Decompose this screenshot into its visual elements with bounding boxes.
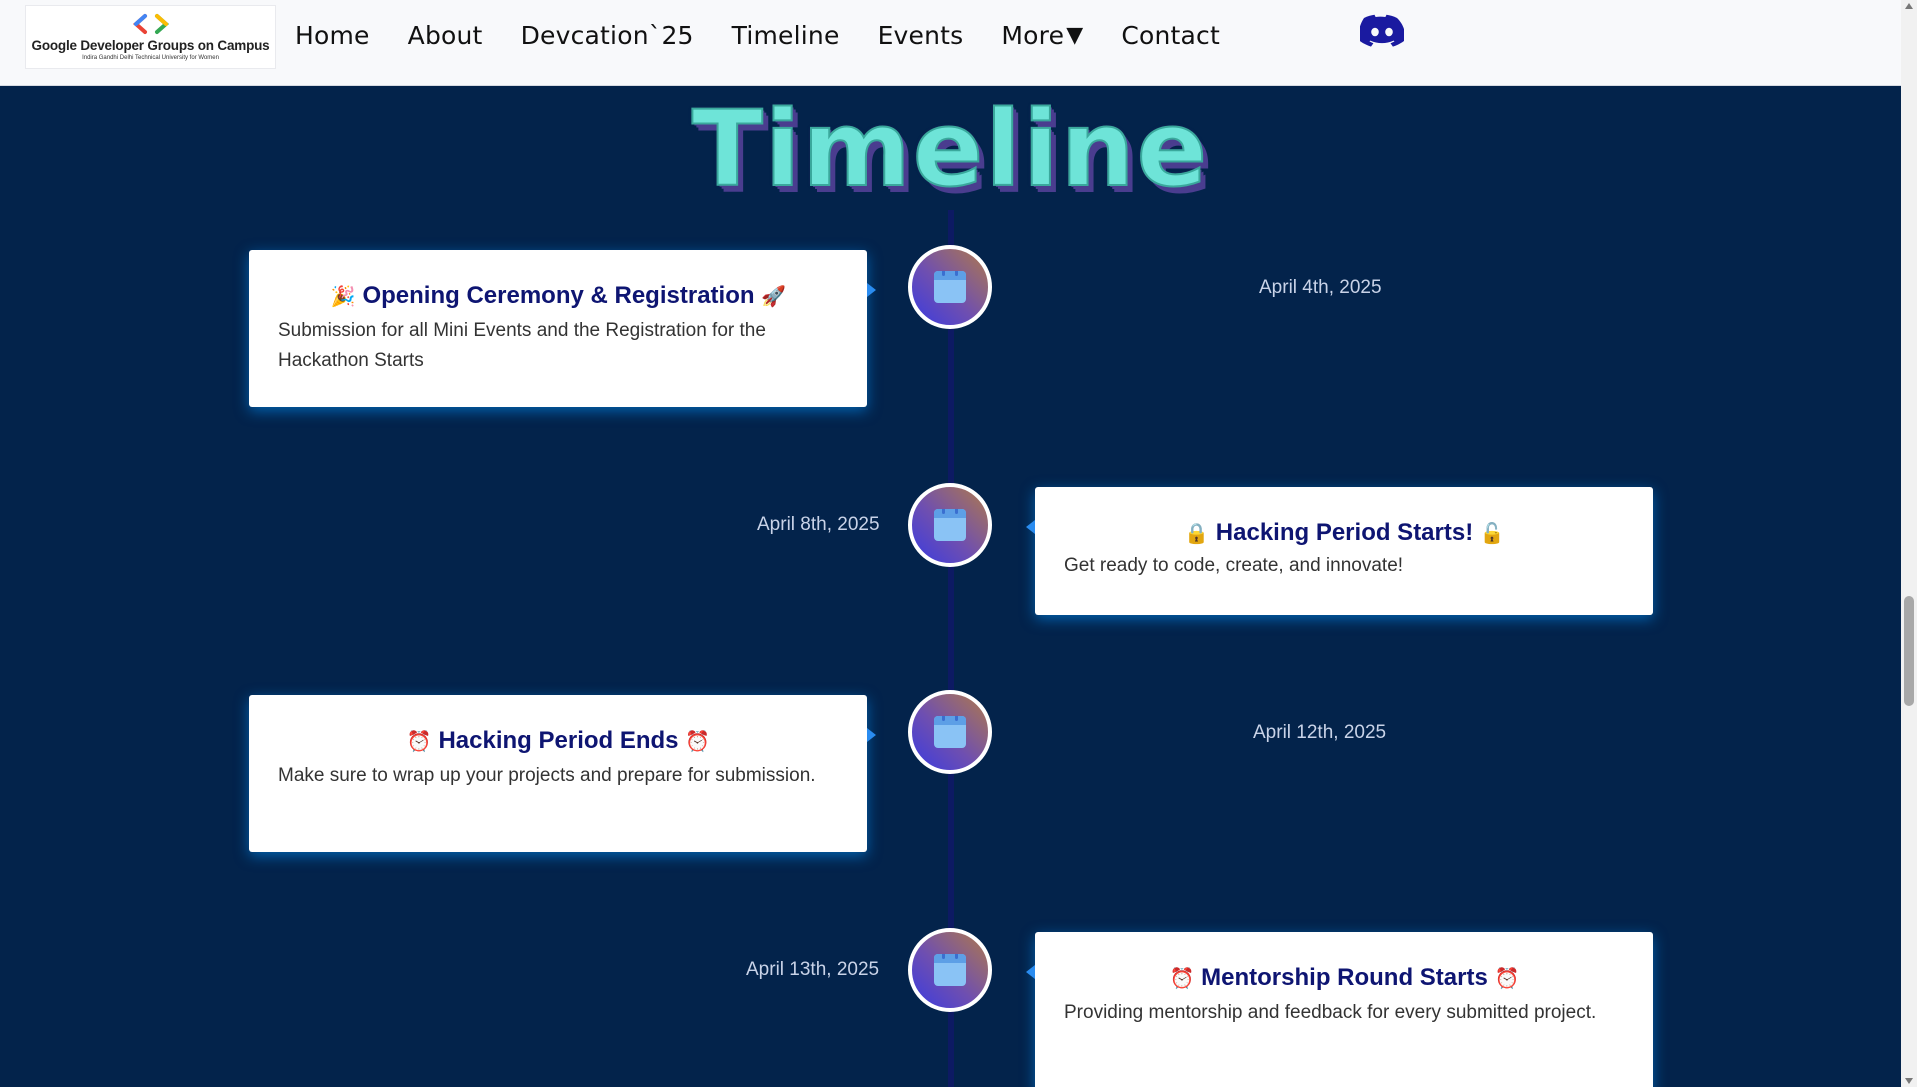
- nav-events[interactable]: Events: [878, 21, 964, 50]
- gdg-brackets-icon: [131, 13, 171, 35]
- lock-icon: 🔒: [1184, 521, 1210, 545]
- calendar-icon: [934, 509, 966, 541]
- rocket-icon: 🚀: [761, 284, 787, 308]
- card-description: Providing mentorship and feedback for ev…: [1064, 1002, 1597, 1023]
- vertical-scrollbar[interactable]: [1901, 0, 1917, 1087]
- caret-down-icon: ▼: [1066, 22, 1084, 48]
- timeline-card-opening: 🎉 Opening Ceremony & Registration 🚀 Subm…: [249, 250, 876, 407]
- timeline-date: April 13th, 2025: [746, 959, 880, 980]
- card-description: Submission for all Mini Events and the R…: [278, 320, 766, 371]
- alarm-clock-icon: ⏰: [685, 729, 711, 753]
- party-popper-icon: 🎉: [330, 284, 356, 308]
- card-description: Make sure to wrap up your projects and p…: [278, 765, 816, 786]
- nav-links: Home About Devcation`25 Timeline Events …: [295, 0, 1258, 70]
- scroll-up-arrow-icon[interactable]: [1905, 3, 1913, 9]
- timeline-card-hacking-ends: ⏰ Hacking Period Ends ⏰ Make sure to wra…: [249, 695, 876, 852]
- card-title-text: Hacking Period Ends: [438, 727, 679, 754]
- nav-more-label: More: [1001, 20, 1065, 50]
- alarm-clock-icon: ⏰: [406, 729, 432, 753]
- unlock-icon: 🔓: [1479, 521, 1505, 545]
- alarm-clock-icon: ⏰: [1494, 966, 1520, 990]
- navbar: Google Developer Groups on Campus Indira…: [0, 0, 1901, 86]
- logo-subtitle: Indira Gandhi Delhi Technical University…: [82, 55, 219, 61]
- scroll-thumb[interactable]: [1904, 596, 1914, 706]
- calendar-icon: [934, 954, 966, 986]
- timeline-date: April 4th, 2025: [1259, 277, 1382, 298]
- calendar-icon: [934, 271, 966, 303]
- nav-contact[interactable]: Contact: [1121, 21, 1220, 50]
- page: Google Developer Groups on Campus Indira…: [0, 0, 1917, 1087]
- card-title-text: Mentorship Round Starts: [1201, 964, 1488, 991]
- card-title-text: Hacking Period Starts!: [1215, 519, 1474, 546]
- card-title-text: Opening Ceremony & Registration: [362, 282, 755, 309]
- card-title: 🎉 Opening Ceremony & Registration 🚀: [278, 282, 839, 310]
- page-title: Timeline: [691, 87, 1210, 211]
- card-title: ⏰ Hacking Period Ends ⏰: [278, 727, 839, 755]
- nav-home[interactable]: Home: [295, 21, 370, 50]
- scroll-down-arrow-icon[interactable]: [1905, 1078, 1913, 1084]
- timeline-date: April 12th, 2025: [1253, 722, 1387, 743]
- nav-more-dropdown[interactable]: More ▼: [1001, 21, 1083, 50]
- timeline-card-hacking-starts: 🔒 Hacking Period Starts! 🔓 Get ready to …: [1026, 487, 1653, 615]
- timeline-card-mentorship: ⏰ Mentorship Round Starts ⏰ Providing me…: [1026, 932, 1653, 1087]
- timeline-node: [908, 245, 992, 329]
- timeline-node: [908, 483, 992, 567]
- card-description: Get ready to code, create, and innovate!: [1064, 555, 1404, 576]
- timeline-date: April 8th, 2025: [757, 514, 880, 535]
- nav-devcation[interactable]: Devcation`25: [521, 21, 694, 50]
- gdg-logo[interactable]: Google Developer Groups on Campus Indira…: [25, 5, 276, 69]
- timeline-node: [908, 928, 992, 1012]
- timeline-node: [908, 690, 992, 774]
- nav-about[interactable]: About: [408, 21, 483, 50]
- calendar-icon: [934, 716, 966, 748]
- logo-title: Google Developer Groups on Campus: [31, 38, 270, 53]
- nav-timeline[interactable]: Timeline: [732, 21, 840, 50]
- card-title: ⏰ Mentorship Round Starts ⏰: [1064, 964, 1625, 992]
- discord-icon[interactable]: [1358, 13, 1406, 49]
- alarm-clock-icon: ⏰: [1169, 966, 1195, 990]
- card-title: 🔒 Hacking Period Starts! 🔓: [1064, 519, 1625, 547]
